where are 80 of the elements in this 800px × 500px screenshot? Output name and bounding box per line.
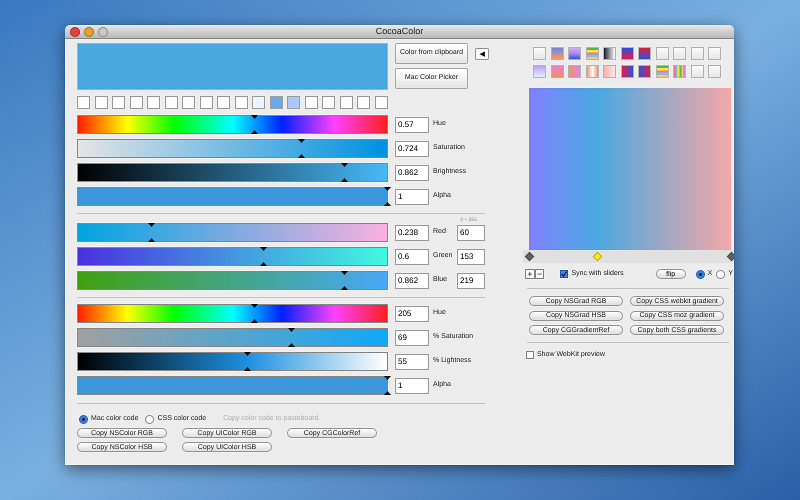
gradient-preset[interactable] [620,47,634,60]
value-field[interactable]: 0.238 [395,224,429,240]
empty-well[interactable] [656,47,668,60]
gradient-stop-track[interactable] [523,250,734,263]
slider-thumb[interactable] [244,352,252,371]
radio-button[interactable] [716,270,726,278]
slider-thumb[interactable] [298,139,306,158]
color-well[interactable] [234,96,248,109]
value-field[interactable]: 0.862 [395,164,429,180]
slider-thumb[interactable] [288,328,295,347]
color-well[interactable] [94,96,108,109]
slider-track[interactable] [77,223,388,242]
empty-well[interactable] [708,65,721,78]
radio-button[interactable] [145,414,154,424]
slider-track[interactable] [77,304,388,323]
slider-track[interactable] [77,247,388,266]
gradient-stop-handle[interactable] [726,252,734,262]
empty-well[interactable] [690,65,704,78]
close-button[interactable] [70,27,80,37]
slider-track[interactable] [77,115,388,134]
color-well[interactable] [200,96,212,109]
color-well[interactable] [164,96,178,109]
color-well[interactable] [270,96,282,109]
empty-well[interactable] [533,47,546,60]
color-well[interactable] [182,96,195,109]
color-well[interactable] [77,96,90,109]
minimize-button[interactable] [84,27,94,37]
slider-track[interactable] [77,376,388,395]
stop-button[interactable]: + [525,269,535,279]
color-well[interactable] [357,96,370,109]
value-field[interactable]: 205 [395,306,429,322]
slider-thumb[interactable] [340,271,348,290]
value-field[interactable]: 1 [395,188,429,204]
slider-track[interactable] [77,139,388,158]
stop-button[interactable]: − [534,269,544,279]
color-well[interactable] [252,96,265,109]
slider-track[interactable] [77,328,388,347]
color-well[interactable] [147,96,160,109]
color-well[interactable] [304,96,318,109]
slider-track[interactable] [77,352,388,371]
slider-thumb[interactable] [260,247,267,266]
color-well[interactable] [340,96,352,109]
checkbox[interactable] [526,351,534,360]
gradient-stop-handle[interactable] [524,252,534,262]
slider-thumb[interactable] [148,223,156,242]
slider-track[interactable] [77,187,388,206]
value-field[interactable]: 0.862 [395,272,429,288]
color-well[interactable] [287,96,300,109]
value-field[interactable]: 0.57 [395,116,429,132]
value-field[interactable]: 60 [457,224,485,240]
slider-thumb[interactable] [340,163,348,182]
color-well[interactable] [217,96,230,109]
slider-thumb[interactable] [250,115,258,134]
window-title: CocoaColor [376,27,424,36]
empty-well[interactable] [673,47,686,60]
value-field[interactable]: 0.724 [395,140,429,156]
value-field[interactable]: 219 [457,272,485,288]
checkbox[interactable] [560,270,568,278]
empty-well[interactable] [708,47,721,60]
value-field[interactable]: 153 [457,248,485,264]
color-well[interactable] [322,96,335,109]
color-well[interactable] [112,96,125,109]
value-field[interactable]: 1 [395,378,429,394]
slider-track[interactable] [77,163,388,182]
color-well[interactable] [130,96,142,109]
gradient-preset[interactable] [620,65,634,78]
gradient-stop-handle[interactable] [592,252,602,262]
slider-thumb[interactable] [384,187,390,206]
slider-thumb[interactable] [250,304,258,323]
value-field[interactable]: 69 [395,330,429,346]
empty-well[interactable] [690,47,704,60]
zoom-button[interactable] [98,27,108,37]
slider-track[interactable] [77,271,388,290]
value-field[interactable]: 55 [395,354,429,370]
value-field[interactable]: 0.6 [395,248,429,264]
radio-button[interactable] [79,414,88,424]
gradient-preset[interactable] [603,47,616,60]
radio-button[interactable] [696,270,705,278]
color-well[interactable] [374,96,388,109]
slider-thumb[interactable] [384,376,390,395]
